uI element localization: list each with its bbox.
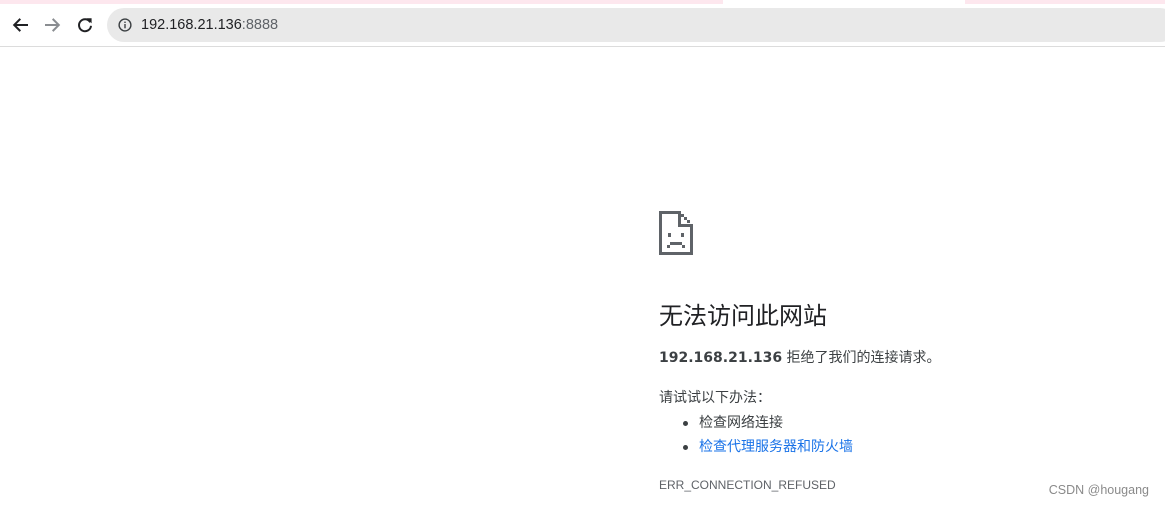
csdn-watermark: CSDN @hougang [1048,483,1149,497]
bullet-dot [683,421,688,426]
suggestion-label: 检查网络连接 [699,415,783,431]
back-arrow-icon [12,18,28,32]
bullet-dot [683,445,688,450]
back-button[interactable] [7,12,33,38]
url-host: 192.168.21.136 [141,17,242,33]
address-bar[interactable]: 192.168.21.136:8888 [107,8,1165,42]
address-url[interactable]: 192.168.21.136:8888 [141,16,278,34]
error-summary-text: 拒绝了我们的连接请求。 [782,350,941,366]
reload-icon [78,18,92,33]
forward-arrow-icon [45,18,61,32]
error-summary: 192.168.21.136 拒绝了我们的连接请求。 [659,348,941,368]
suggestion-check-proxy-firewall: 检查代理服务器和防火墙 [659,435,853,459]
forward-button[interactable] [40,12,66,38]
suggestions-list: 检查网络连接 检查代理服务器和防火墙 [659,411,853,459]
url-port: :8888 [241,17,279,33]
reload-button[interactable] [72,12,98,38]
suggestions-heading: 请试试以下办法： [659,390,771,406]
error-code: ERR_CONNECTION_REFUSED [659,478,836,492]
sad-page-icon [659,211,693,255]
proxy-firewall-link[interactable]: 检查代理服务器和防火墙 [699,439,853,455]
info-icon[interactable] [118,18,132,32]
error-title: 无法访问此网站 [659,302,827,330]
error-host: 192.168.21.136 [659,350,783,366]
suggestion-check-network: 检查网络连接 [659,411,853,435]
browser-toolbar: 192.168.21.136:8888 [0,4,1165,47]
